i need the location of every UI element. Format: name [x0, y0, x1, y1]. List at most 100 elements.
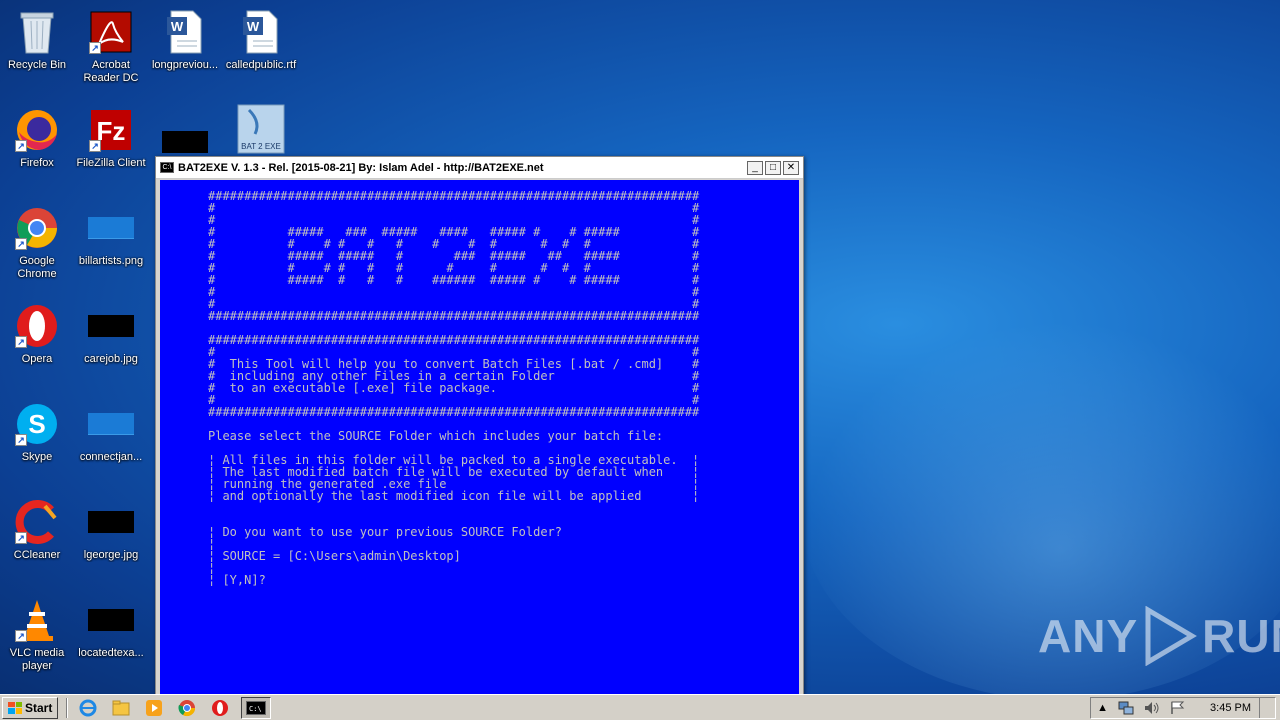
desktop-icon-label: locatedtexa... [78, 647, 144, 659]
desktop-icon-lgeorge[interactable]: lgeorge.jpg [74, 498, 148, 562]
maximize-button[interactable]: □ [765, 160, 781, 175]
desktop-icon-label: calledpublic.rtf [225, 59, 297, 71]
show-hidden-icons-chevron-icon[interactable]: ▲ [1097, 702, 1108, 714]
word-document-icon: W [161, 8, 209, 56]
shortcut-arrow-icon: ↗ [15, 336, 27, 348]
windows-logo-icon [8, 701, 22, 714]
desktop-icon-vlc[interactable]: ↗ VLC media player [0, 596, 74, 673]
console-line: Please select the SOURCE Folder which in… [208, 429, 664, 443]
play-triangle-icon [1145, 606, 1198, 666]
anyrun-watermark: ANY RUN [1038, 606, 1280, 666]
vlc-cone-icon: ↗ [13, 596, 61, 644]
shortcut-arrow-icon: ↗ [15, 532, 27, 544]
console-line: ¦ SOURCE = [C:\Users\admin\Desktop] [208, 549, 461, 563]
svg-text:W: W [247, 19, 260, 34]
opera-icon: ↗ [13, 302, 61, 350]
desktop-icon-label: connectjan... [79, 451, 143, 463]
minimize-button[interactable]: _ [747, 160, 763, 175]
start-label: Start [25, 700, 53, 715]
volume-icon[interactable] [1144, 701, 1160, 715]
chrome-icon [178, 699, 196, 716]
taskbar-console-button[interactable]: C:\ [241, 696, 272, 719]
window-title: BAT2EXE V. 1.3 - Rel. [2015-08-21] By: I… [178, 161, 544, 174]
desktop-icon-bat2exe[interactable]: BAT 2 EXE [224, 104, 298, 154]
word-document-icon: W [237, 8, 285, 56]
desktop-icon-label: lgeorge.jpg [83, 549, 139, 561]
desktop-icon-carejob[interactable]: carejob.jpg [74, 302, 148, 366]
taskbar-ie-button[interactable] [76, 697, 100, 719]
image-file-icon [87, 302, 135, 350]
desktop-icon-locatedtexa[interactable]: locatedtexa... [74, 596, 148, 660]
bat2exe-icon: BAT 2 EXE [237, 104, 285, 154]
svg-text:W: W [171, 19, 184, 34]
system-tray: ▲ 3:45 PM [1090, 697, 1276, 719]
console-line: ########################################… [208, 405, 700, 419]
recycle-bin-icon [13, 8, 61, 56]
desktop-icon-recycle-bin[interactable]: Recycle Bin [0, 8, 74, 72]
console-text: ########################################… [208, 190, 699, 586]
taskbar-opera-button[interactable] [208, 697, 232, 719]
taskbar-explorer-button[interactable] [109, 697, 133, 719]
network-icon[interactable] [1118, 701, 1134, 715]
desktop-icon-label: Skype [21, 451, 53, 463]
desktop-icon-label: Firefox [20, 157, 54, 169]
opera-icon [212, 699, 229, 716]
bat2exe-icon-text: BAT 2 EXE [241, 142, 281, 151]
shortcut-arrow-icon: ↗ [89, 140, 101, 152]
firefox-icon: ↗ [13, 106, 61, 154]
desktop-icon-filezilla[interactable]: Fz ↗ FileZilla Client [74, 106, 148, 170]
show-desktop-button[interactable] [1259, 698, 1269, 718]
desktop-icon-calledpublic[interactable]: W calledpublic.rtf [224, 8, 298, 72]
shortcut-arrow-icon: ↗ [15, 630, 27, 642]
taskbar-chrome-button[interactable] [175, 697, 199, 719]
desktop-icon-label: Google Chrome [17, 255, 57, 280]
shortcut-arrow-icon: ↗ [15, 434, 27, 446]
desktop-icon-label: VLC media player [9, 647, 65, 672]
desktop-icon-firefox[interactable]: ↗ Firefox [0, 106, 74, 170]
console-line: ########################################… [208, 309, 700, 323]
image-file-icon [87, 596, 135, 644]
desktop-icon-label: billartists.png [78, 255, 144, 267]
desktop-icon-label: Opera [21, 353, 53, 365]
shortcut-arrow-icon: ↗ [15, 238, 27, 250]
media-player-icon [146, 699, 163, 716]
start-button[interactable]: Start [2, 696, 59, 719]
shortcut-arrow-icon: ↗ [15, 140, 27, 152]
console-line: ¦ and optionally the last modified icon … [208, 489, 700, 503]
desktop-icon-skype[interactable]: S ↗ Skype [0, 400, 74, 464]
desktop-icon-acrobat[interactable]: ↗ Acrobat Reader DC [74, 8, 148, 85]
console-icon: C:\ [246, 700, 267, 715]
desktop-icon-billartists[interactable]: billartists.png [74, 204, 148, 268]
acrobat-reader-icon: ↗ [87, 8, 135, 56]
desktop-icon-chrome[interactable]: ↗ Google Chrome [0, 204, 74, 281]
taskbar-clock[interactable]: 3:45 PM [1210, 702, 1251, 714]
desktop-icon-label: carejob.jpg [84, 353, 138, 365]
image-file-icon [87, 204, 135, 252]
taskbar-separator [66, 697, 69, 718]
desktop-icon-ccleaner[interactable]: ↗ CCleaner [0, 498, 74, 562]
bat2exe-console-window[interactable]: C:\ BAT2EXE V. 1.3 - Rel. [2015-08-21] B… [155, 156, 804, 696]
image-file-icon [87, 400, 135, 448]
desktop-icon-opera[interactable]: ↗ Opera [0, 302, 74, 366]
taskbar-media-player-button[interactable] [142, 697, 166, 719]
svg-text:S: S [28, 409, 45, 439]
console-output-area[interactable]: ########################################… [160, 180, 799, 695]
console-line: ¦ Do you want to use your previous SOURC… [208, 525, 563, 539]
close-button[interactable]: ✕ [783, 160, 799, 175]
desktop-icon-label: FileZilla Client [76, 157, 146, 169]
folder-icon [112, 700, 130, 715]
chrome-icon: ↗ [13, 204, 61, 252]
watermark-text-left: ANY [1038, 610, 1139, 662]
image-file-icon [87, 498, 135, 546]
window-titlebar[interactable]: C:\ BAT2EXE V. 1.3 - Rel. [2015-08-21] B… [156, 157, 803, 179]
desktop-icon-label: CCleaner [13, 549, 61, 561]
action-center-flag-icon[interactable] [1170, 701, 1186, 715]
desktop-icon-label: longpreviou... [151, 59, 219, 71]
ccleaner-icon: ↗ [13, 498, 61, 546]
console-line: ¦ [208, 561, 216, 575]
desktop-icon-longpreviou[interactable]: W longpreviou... [148, 8, 222, 72]
watermark-text-right: RUN [1202, 610, 1280, 662]
desktop-icon-connectjan[interactable]: connectjan... [74, 400, 148, 464]
filezilla-icon: Fz ↗ [87, 106, 135, 154]
